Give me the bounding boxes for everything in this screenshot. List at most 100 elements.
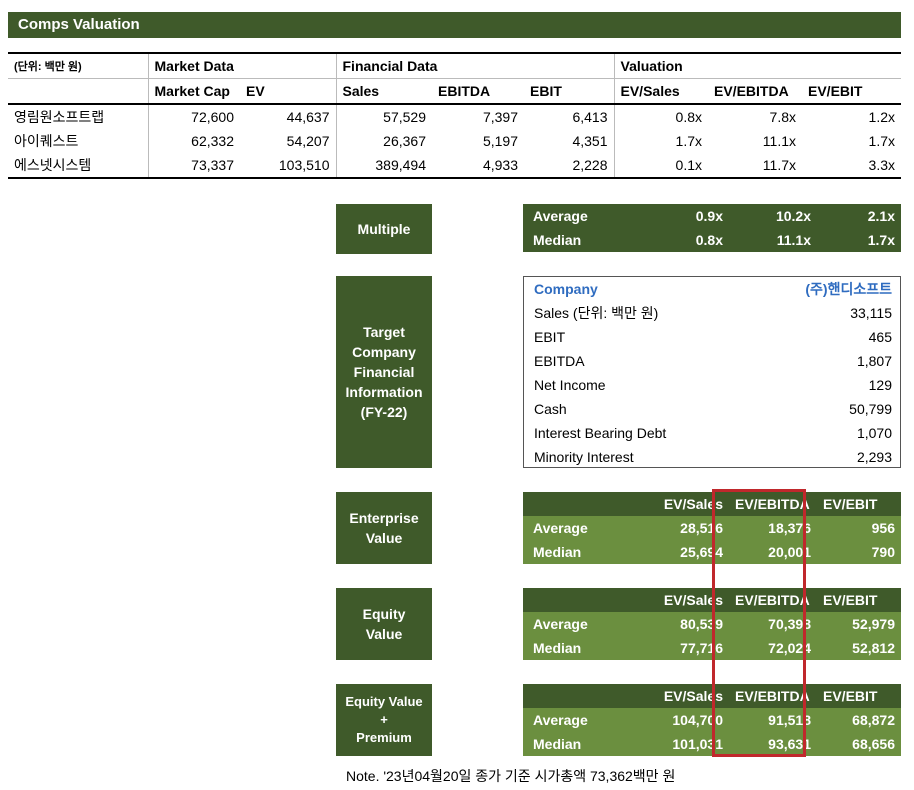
label-line: Value [365, 530, 403, 546]
cell: 11.1x [762, 133, 796, 149]
label-line: + [380, 712, 388, 727]
group-header-market-data: Market Data [147, 52, 336, 79]
item-value: 1,807 [856, 353, 892, 369]
item-value: 465 [868, 329, 892, 345]
item-value: 33,115 [850, 305, 892, 321]
item-label: Net Income [534, 377, 606, 393]
cell: 1.7x [868, 133, 895, 149]
header-ev-ebit: EV/EBIT [823, 688, 878, 704]
cell: 956 [871, 520, 895, 536]
cell: 54,207 [286, 133, 330, 149]
target-label-line: Company [352, 344, 416, 360]
column-header-ev-ebitda: EV/EBITDA [708, 78, 802, 105]
company-name: 에스넷시스템 [8, 153, 148, 179]
cell: 57,529 [335, 104, 432, 129]
cell: 3.3x [802, 153, 901, 179]
table-row: 에스넷시스템 73,337 103,510 389,494 4,933 2,22… [8, 153, 901, 179]
cell: 11.7x [708, 153, 802, 179]
item-value: 2,293 [856, 449, 892, 465]
column-header-ev-ebit: EV/EBIT [802, 78, 901, 105]
row-label: Median [533, 640, 582, 656]
row-label: Average [533, 520, 588, 536]
cell: 2.1x [867, 208, 895, 224]
target-label-line: Target [363, 324, 405, 340]
item-value: 1,070 [856, 425, 892, 441]
list-item: Cash 50,799 [524, 397, 900, 421]
group-header-valuation: Valuation [613, 52, 901, 79]
equity-premium-label: Equity Value + Premium [336, 684, 432, 756]
cell: 0.9x [695, 208, 723, 224]
cell: 44,637 [286, 109, 330, 125]
table-row: 아이퀘스트 62,332 54,207 26,367 5,197 4,351 1… [8, 129, 901, 153]
cell: 68,656 [852, 736, 895, 752]
cell: 2,228 [524, 153, 614, 179]
company-name: 아이퀘스트 [14, 133, 79, 149]
target-label-line: Financial [353, 364, 415, 380]
item-label: Cash [534, 401, 567, 417]
cell: 0.8x [695, 232, 723, 248]
target-info-box: Company (주)핸디소프트 Sales (단위: 백만 원) 33,115 … [523, 276, 901, 468]
column-header-sales: Sales [335, 78, 432, 105]
label-line: Value [365, 626, 403, 642]
item-label: Sales (단위: 백만 원) [534, 305, 659, 321]
company-name-value: (주)핸디소프트 [805, 281, 892, 297]
target-label-line: (FY-22) [360, 404, 408, 420]
group-header-financial-data: Financial Data [335, 52, 614, 79]
header-ev-ebit: EV/EBIT [823, 592, 878, 608]
cell: 7.8x [769, 109, 796, 125]
list-item: Minority Interest 2,293 [524, 445, 900, 469]
cell: 1.7x [613, 129, 708, 153]
page-title: Comps Valuation [8, 12, 901, 38]
list-item: EBIT 465 [524, 325, 900, 349]
target-header: Company (주)핸디소프트 [524, 277, 900, 301]
item-value: 50,799 [849, 401, 892, 417]
cell: 10.2x [775, 208, 811, 224]
enterprise-value-label: Enterprise Value [336, 492, 432, 564]
cell: 1.2x [868, 109, 895, 125]
list-item: Net Income 129 [524, 373, 900, 397]
row-label: Median [533, 544, 582, 560]
cell: 4,933 [432, 153, 524, 179]
list-item: Sales (단위: 백만 원) 33,115 [524, 301, 900, 325]
column-header-ebitda: EBITDA [432, 78, 524, 105]
label-line: Enterprise [349, 510, 419, 526]
list-item: Interest Bearing Debt 1,070 [524, 421, 900, 445]
item-label: Interest Bearing Debt [534, 425, 667, 441]
cell: 6,413 [572, 109, 608, 125]
row-label: Median [533, 232, 582, 248]
cell: 0.8x [613, 104, 708, 129]
list-item: EBITDA 1,807 [524, 349, 900, 373]
comps-table: (단위: 백만 원) Market Data Financial Data Va… [8, 52, 901, 179]
target-label: Target Company Financial Information (FY… [336, 276, 432, 468]
row-label: Median [533, 736, 582, 752]
equity-value-label: Equity Value [336, 588, 432, 660]
row-label: Average [533, 208, 588, 224]
cell: 68,872 [852, 712, 895, 728]
label-line: Equity [362, 606, 406, 622]
cell: 790 [871, 544, 895, 560]
ev-ebitda-highlight-box [712, 489, 806, 757]
column-header-name [8, 78, 148, 105]
column-header-ev-sales: EV/Sales [613, 78, 708, 105]
cell: 72,600 [147, 104, 240, 129]
cell: 4,351 [572, 133, 608, 149]
column-header-ebit: EBIT [524, 78, 614, 105]
cell: 0.1x [613, 153, 708, 179]
cell: 11.1x [776, 232, 811, 248]
target-label-line: Information [345, 384, 423, 400]
cell: 7,397 [482, 109, 518, 125]
multiple-row-median: Median 0.8x 11.1x 1.7x [523, 228, 901, 252]
cell: 52,812 [852, 640, 895, 656]
column-header-ev: EV [240, 78, 336, 105]
cell: 1.7x [867, 232, 895, 248]
multiple-label: Multiple [336, 204, 432, 254]
cell: 73,337 [147, 153, 240, 179]
item-label: EBITDA [534, 353, 585, 369]
cell: 62,332 [147, 129, 240, 153]
item-label: EBIT [534, 329, 566, 345]
row-label: Average [533, 616, 588, 632]
label-line: Premium [356, 730, 412, 745]
cell: 5,197 [482, 133, 518, 149]
table-row: 영림원소프트랩 72,600 44,637 57,529 7,397 6,413… [8, 104, 901, 129]
cell: 52,979 [852, 616, 895, 632]
